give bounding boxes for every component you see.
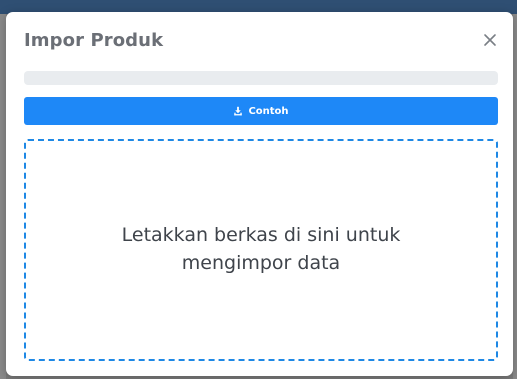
sample-button-label: Contoh [248,105,289,117]
background-right-panel [513,14,517,379]
import-products-modal: Impor Produk Contoh Letakkan berkas di s… [6,12,513,376]
dropzone-instruction-text: Letakkan berkas di sini untuk mengimpor … [121,224,401,274]
download-icon [233,106,243,116]
upload-progress-bar [24,71,498,85]
sample-download-button[interactable]: Contoh [24,97,498,125]
modal-title: Impor Produk [24,30,164,51]
close-icon[interactable] [482,32,498,48]
file-dropzone[interactable]: Letakkan berkas di sini untuk mengimpor … [24,139,498,361]
